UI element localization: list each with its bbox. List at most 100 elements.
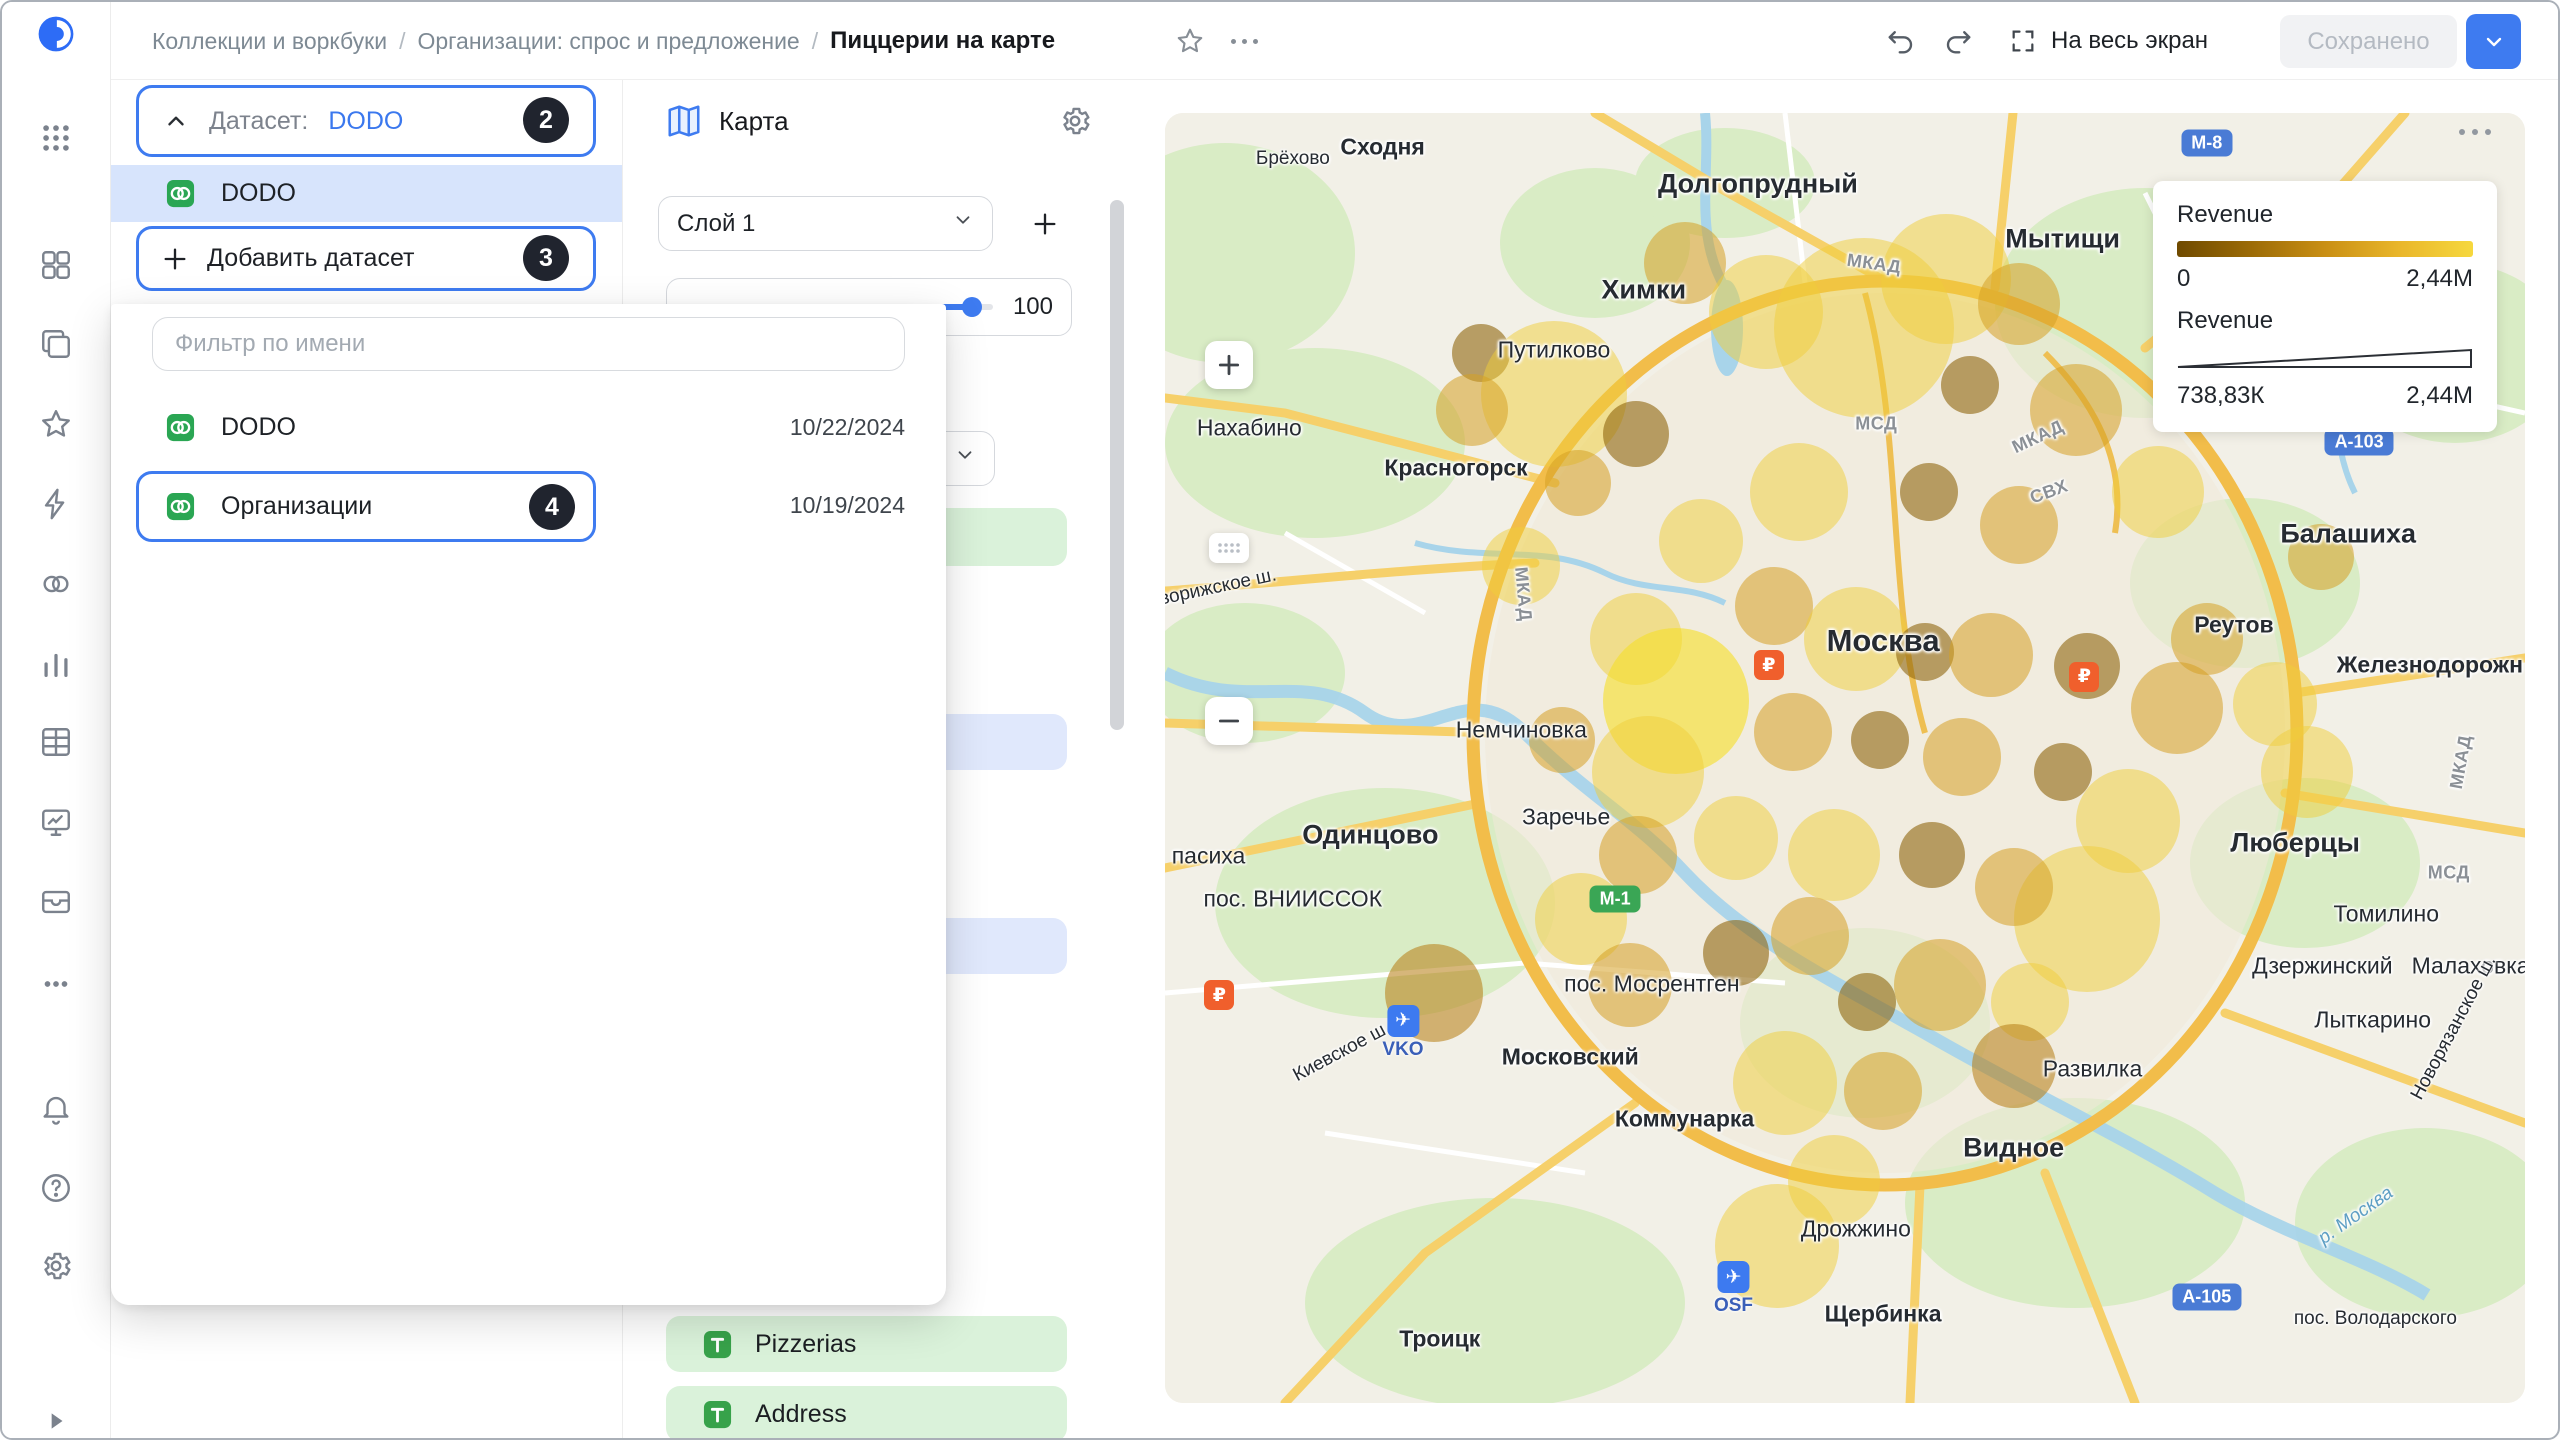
save-dropdown-button[interactable] [2466, 14, 2521, 69]
slider-knob[interactable] [962, 297, 982, 317]
map-town-label: Нахабино [1197, 414, 1302, 441]
legend-color-gradient [2177, 241, 2473, 257]
collections-icon[interactable] [36, 245, 76, 285]
map-town-label: Заречье [1522, 804, 1610, 831]
notifications-bell-icon[interactable] [36, 1088, 76, 1128]
dataset-list-item-dodo[interactable]: DODO 10/22/2024 [111, 402, 946, 452]
map-town-label: СВХ [2027, 476, 2071, 509]
undo-icon[interactable] [1886, 2, 1916, 80]
selected-dataset-label: DODO [221, 179, 296, 208]
step-badge-4: 4 [529, 484, 575, 530]
step-badge-2: 2 [523, 97, 569, 143]
dataset-section-label: Датасет: [209, 107, 308, 136]
map-town-label: МСД [2428, 862, 2470, 883]
dataset-item-date: 10/22/2024 [790, 414, 905, 441]
field-chip-label: Pizzerias [755, 1330, 856, 1359]
dashboards-icon[interactable] [36, 802, 76, 842]
chevron-up-icon [163, 108, 189, 134]
redo-icon[interactable] [1943, 2, 1973, 80]
map-town-label: Новорижское ш. [1165, 565, 1278, 616]
map-town-label: Киевское ш. [1289, 1017, 1394, 1087]
map-widget[interactable]: БрёховоСходняДолгопрудныйМытищиХимкиПути… [1165, 113, 2525, 1403]
legend-size-max: 2,44M [2406, 382, 2473, 410]
ruble-marker[interactable]: ₽ [1204, 980, 1234, 1010]
map-town-label: пос. Мосрентген [1564, 970, 1739, 997]
sidebar [2, 2, 111, 1438]
map-town-label: Реутов [2194, 612, 2273, 639]
apps-grid-icon[interactable] [36, 118, 76, 158]
text-field-icon [702, 1399, 733, 1430]
dataset-dropdown: DODO 10/22/2024 Организации 4 10/19/2024 [111, 304, 946, 1305]
storage-icon[interactable] [36, 882, 76, 922]
tables-icon[interactable] [36, 722, 76, 762]
topbar: Коллекции и воркбуки / Организации: спро… [111, 2, 2558, 80]
map-legend: Revenue 0 2,44M Revenue 738,83К 2,44M [2153, 181, 2497, 432]
settings-gear-icon[interactable] [36, 1246, 76, 1286]
ruble-marker[interactable]: ₽ [2069, 662, 2099, 692]
workbooks-icon[interactable] [36, 324, 76, 364]
selected-dataset-row[interactable]: DODO [111, 165, 622, 222]
favorite-star-icon[interactable] [1175, 2, 1205, 80]
zoom-in-button[interactable] [1205, 341, 1253, 389]
breadcrumb-separator: / [399, 28, 405, 55]
road-badge: М-1 [1590, 885, 1641, 912]
airport-marker[interactable]: ✈OSF [1714, 1261, 1753, 1317]
map-town-label: р. Москва [2315, 1182, 2398, 1249]
text-field-icon [702, 1329, 733, 1360]
config-scrollbar[interactable] [1110, 200, 1124, 730]
map-town-label: пос. Володарского [2294, 1308, 2457, 1330]
favorites-star-icon[interactable] [36, 404, 76, 444]
chevron-down-icon [954, 444, 976, 473]
help-icon[interactable] [36, 1168, 76, 1208]
layer-select-value: Слой 1 [677, 210, 755, 238]
map-town-label: МКАД [1845, 250, 1902, 278]
dataset-item-name: DODO [221, 413, 296, 442]
chart-settings-gear-icon[interactable] [1058, 104, 1092, 143]
map-town-label: Долгопрудный [1658, 168, 1858, 199]
map-town-label: Троицк [1399, 1325, 1480, 1352]
map-town-label: пос. ВНИИССОК [1204, 885, 1383, 912]
map-town-label: Немчиновка [1456, 716, 1587, 743]
zoom-out-button[interactable] [1205, 697, 1253, 745]
page-title: Пиццерии на карте [830, 27, 1055, 55]
dataset-icon [165, 178, 196, 209]
quick-actions-icon[interactable] [36, 484, 76, 524]
map-town-label: Одинцово [1302, 820, 1438, 851]
dataset-list-item-organizations[interactable]: Организации 4 [136, 471, 596, 542]
more-icon[interactable] [36, 964, 76, 1004]
chevron-down-icon [2482, 30, 2506, 54]
legend-color-min: 0 [2177, 265, 2190, 293]
zoom-drag-handle[interactable] [1209, 533, 1249, 563]
airport-marker[interactable]: ✈VKO [1382, 1005, 1423, 1061]
dataset-item-date: 10/19/2024 [790, 492, 905, 519]
dataset-icon [165, 412, 196, 443]
map-widget-menu-icon[interactable] [2459, 129, 2491, 135]
layer-select[interactable]: Слой 1 [658, 196, 993, 251]
add-layer-button[interactable] [1015, 196, 1075, 251]
road-badge: А-103 [2325, 428, 2394, 455]
dataset-icon [165, 491, 196, 522]
map-town-label: Лыткарино [2314, 1006, 2431, 1033]
field-chip-label: Address [755, 1400, 847, 1429]
breadcrumb-collections[interactable]: Коллекции и воркбуки [152, 28, 387, 55]
fullscreen-icon[interactable] [2009, 2, 2037, 80]
breadcrumb-workbook[interactable]: Организации: спрос и предложение [417, 28, 799, 55]
plus-icon [161, 245, 189, 273]
datalens-logo[interactable] [36, 14, 76, 54]
charts-icon[interactable] [36, 644, 76, 684]
map-town-label: Коммунарка [1615, 1106, 1754, 1133]
dataset-filter-input[interactable] [152, 317, 905, 371]
chevron-down-icon [952, 209, 974, 238]
page-menu-icon[interactable] [1231, 2, 1258, 80]
field-chip-pizzerias[interactable]: Pizzerias [666, 1316, 1067, 1372]
fullscreen-label[interactable]: На весь экран [2051, 2, 2208, 80]
chart-type-label: Карта [719, 106, 789, 137]
datasets-icon[interactable] [36, 564, 76, 604]
saved-button[interactable]: Сохранено [2280, 15, 2457, 68]
app-window: Коллекции и воркбуки / Организации: спро… [0, 0, 2560, 1440]
expand-panel-icon[interactable] [36, 1401, 76, 1440]
dataset-item-name: Организации [221, 492, 372, 521]
ruble-marker[interactable]: ₽ [1754, 650, 1784, 680]
field-chip-address[interactable]: Address [666, 1386, 1067, 1440]
dataset-name-link[interactable]: DODO [328, 107, 403, 136]
